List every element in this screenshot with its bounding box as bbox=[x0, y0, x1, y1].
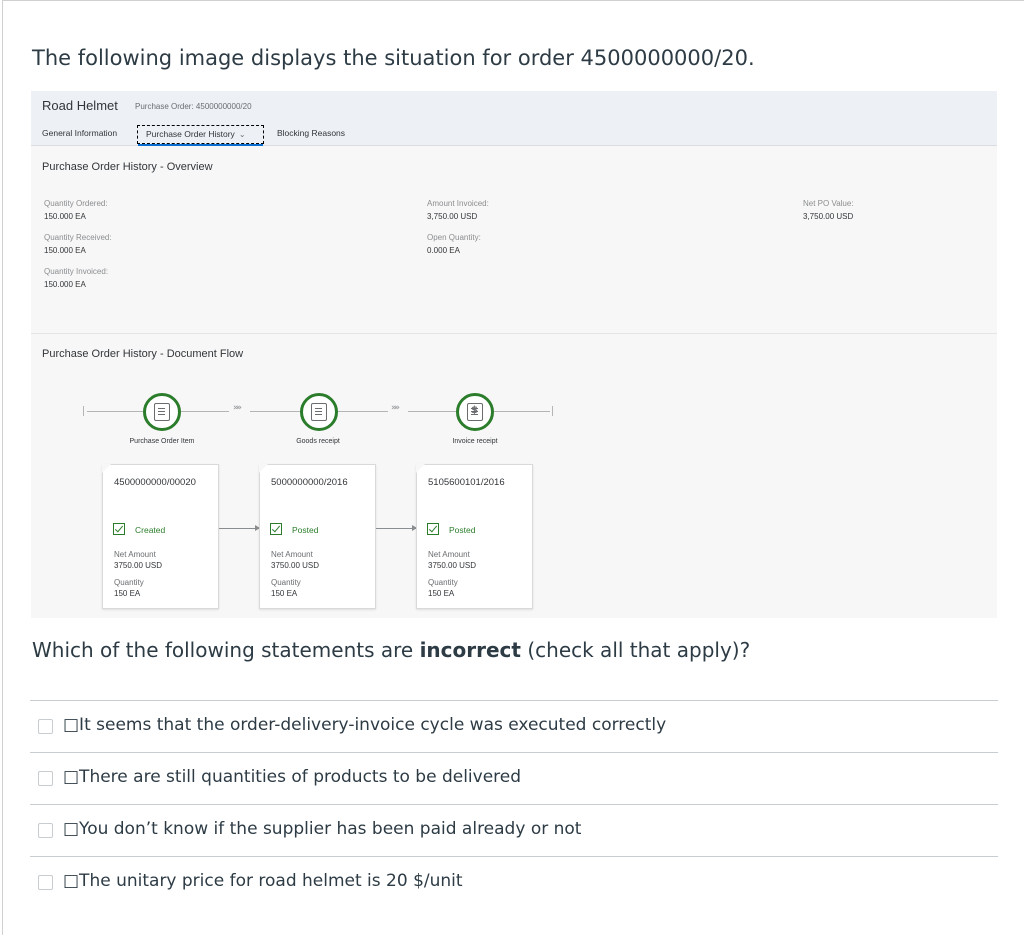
flow-line bbox=[408, 411, 456, 412]
card-quantity-label: Quantity bbox=[428, 578, 458, 587]
checkbox-checked-icon bbox=[270, 523, 282, 535]
card-net-amount-value: 3750.00 USD bbox=[114, 561, 163, 570]
answer-text[interactable]: □There are still quantities of products … bbox=[63, 767, 521, 787]
open-quantity-label: Open Quantity: bbox=[427, 233, 481, 242]
tab-blocking-reasons[interactable]: Blocking Reasons bbox=[277, 128, 345, 138]
qty-ordered-value: 150.000 EA bbox=[44, 212, 86, 221]
card-document-id: 5105600101/2016 bbox=[428, 477, 505, 488]
answer-text[interactable]: □You don’t know if the supplier has been… bbox=[63, 819, 581, 839]
flow-line bbox=[338, 411, 388, 412]
flow-line bbox=[87, 411, 143, 412]
question-intro: The following image displays the situati… bbox=[32, 46, 755, 70]
chevron-down-icon: ⌄ bbox=[238, 130, 246, 139]
flow-start-tick bbox=[83, 406, 84, 416]
card-net-amount-label: Net Amount bbox=[428, 550, 470, 559]
answer-option[interactable]: □It seems that the order-delivery-invoic… bbox=[30, 700, 998, 752]
answer-text[interactable]: □It seems that the order-delivery-invoic… bbox=[63, 715, 666, 735]
flow-card-purchase-order[interactable]: 4500000000/00020 Created Net Amount 3750… bbox=[102, 464, 219, 609]
amount-invoiced-value: 3,750.00 USD bbox=[427, 212, 478, 221]
node-label-goods-receipt: Goods receipt bbox=[296, 438, 340, 445]
flow-node-goods-receipt[interactable] bbox=[300, 393, 338, 431]
qty-invoiced-label: Quantity Invoiced: bbox=[44, 267, 109, 276]
object-subtitle: Purchase Order: 4500000000/20 bbox=[135, 102, 252, 111]
flow-card-invoice-receipt[interactable]: 5105600101/2016 Posted Net Amount 3750.0… bbox=[416, 464, 533, 609]
flow-card-goods-receipt[interactable]: 5000000000/2016 Posted Net Amount 3750.0… bbox=[259, 464, 376, 609]
flow-node-invoice-receipt[interactable]: $ bbox=[456, 393, 494, 431]
prompt-pre: Which of the following statements are bbox=[32, 638, 420, 662]
card-net-amount-label: Net Amount bbox=[114, 550, 156, 559]
qty-received-label: Quantity Received: bbox=[44, 233, 112, 242]
flow-chevrons: »» bbox=[233, 403, 242, 413]
card-net-amount-label: Net Amount bbox=[271, 550, 313, 559]
answer-checkbox[interactable] bbox=[38, 823, 53, 838]
tab-general-information[interactable]: General Information bbox=[42, 128, 117, 138]
node-label-purchase-order-item: Purchase Order Item bbox=[129, 438, 195, 445]
card-quantity-label: Quantity bbox=[271, 578, 301, 587]
card-quantity-label: Quantity bbox=[114, 578, 144, 587]
card-quantity-value: 150 EA bbox=[271, 589, 298, 598]
card-quantity-value: 150 EA bbox=[428, 589, 455, 598]
sap-screenshot: Road Helmet Purchase Order: 4500000000/2… bbox=[31, 91, 997, 618]
card-document-id: 5000000000/2016 bbox=[271, 477, 348, 488]
document-icon bbox=[154, 403, 170, 421]
document-icon bbox=[311, 403, 327, 421]
flow-connector-arrow bbox=[376, 525, 417, 531]
tab-history-label: Purchase Order History bbox=[146, 129, 235, 139]
card-net-amount-value: 3750.00 USD bbox=[428, 561, 477, 570]
card-status: Posted bbox=[449, 525, 476, 535]
card-status: Posted bbox=[292, 525, 319, 535]
flow-end-tick bbox=[552, 406, 553, 416]
qty-ordered-label: Quantity Ordered: bbox=[44, 199, 108, 208]
prompt-post: (check all that apply)? bbox=[520, 638, 751, 662]
document-flow-title: Purchase Order History - Document Flow bbox=[42, 348, 244, 360]
flow-chevrons: »» bbox=[391, 403, 400, 413]
net-po-value: 3,750.00 USD bbox=[803, 212, 854, 221]
answer-checkbox[interactable] bbox=[38, 875, 53, 890]
qty-received-value: 150.000 EA bbox=[44, 246, 86, 255]
flow-connector-arrow bbox=[219, 525, 260, 531]
flow-line bbox=[181, 411, 229, 412]
flow-line bbox=[250, 411, 300, 412]
section-divider bbox=[31, 333, 997, 334]
checkbox-checked-icon bbox=[113, 523, 125, 535]
card-net-amount-value: 3750.00 USD bbox=[271, 561, 320, 570]
open-quantity-value: 0.000 EA bbox=[427, 246, 460, 255]
card-status: Created bbox=[135, 525, 166, 535]
flow-line bbox=[494, 411, 550, 412]
answer-text[interactable]: □The unitary price for road helmet is 20… bbox=[63, 871, 463, 891]
answer-option[interactable]: □You don’t know if the supplier has been… bbox=[30, 804, 998, 856]
card-quantity-value: 150 EA bbox=[114, 589, 141, 598]
answer-checkbox[interactable] bbox=[38, 771, 53, 786]
card-document-id: 4500000000/00020 bbox=[114, 477, 196, 488]
flow-node-purchase-order[interactable] bbox=[143, 393, 181, 431]
object-header: Road Helmet Purchase Order: 4500000000/2… bbox=[31, 91, 997, 146]
node-label-invoice-receipt: Invoice receipt bbox=[452, 438, 498, 445]
answer-option[interactable]: □The unitary price for road helmet is 20… bbox=[30, 856, 998, 908]
overview-title: Purchase Order History - Overview bbox=[42, 161, 213, 173]
tab-purchase-order-history[interactable]: Purchase Order History ⌄ bbox=[137, 125, 264, 146]
prompt-bold: incorrect bbox=[419, 638, 521, 662]
amount-invoiced-label: Amount Invoiced: bbox=[427, 199, 489, 208]
checkbox-checked-icon bbox=[427, 523, 439, 535]
object-title: Road Helmet bbox=[42, 98, 118, 113]
question-prompt: Which of the following statements are in… bbox=[32, 638, 750, 662]
answer-checkbox[interactable] bbox=[38, 719, 53, 734]
dollar-glyph: $ bbox=[471, 405, 478, 416]
answer-option[interactable]: □There are still quantities of products … bbox=[30, 752, 998, 804]
invoice-icon: $ bbox=[467, 403, 483, 421]
qty-invoiced-value: 150.000 EA bbox=[44, 280, 86, 289]
answer-list: □It seems that the order-delivery-invoic… bbox=[30, 700, 998, 908]
net-po-value-label: Net PO Value: bbox=[803, 199, 854, 208]
